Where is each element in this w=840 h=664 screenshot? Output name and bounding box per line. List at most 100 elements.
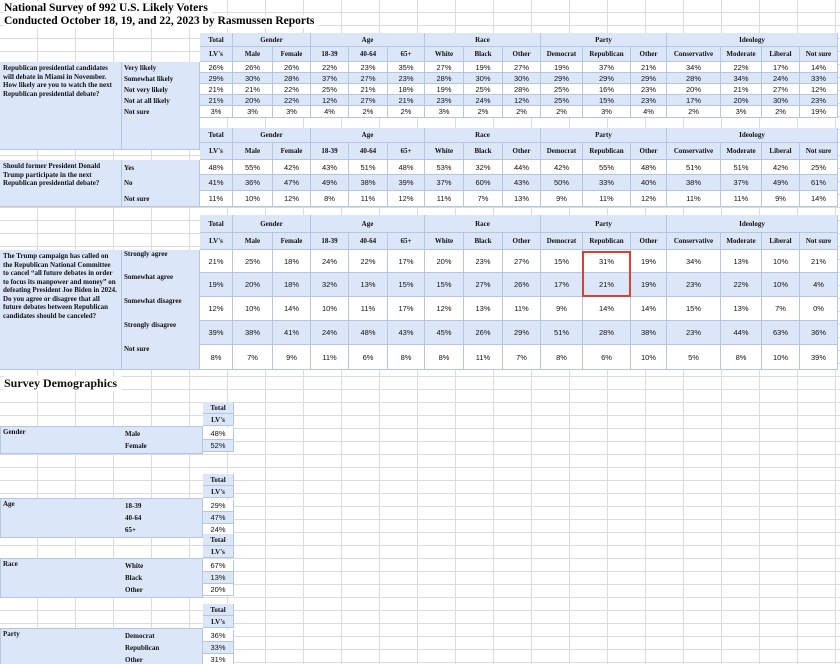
column-header: 65+: [388, 47, 425, 62]
demo-section-box: [0, 426, 203, 454]
data-cell: 3%: [200, 106, 233, 118]
data-cell: 50%: [541, 175, 583, 191]
data-cell: 14%: [631, 297, 667, 321]
column-header: LV's: [200, 233, 233, 250]
data-cell: 19%: [541, 62, 583, 73]
data-cell: 6%: [349, 345, 388, 370]
column-header: Republican: [583, 47, 631, 62]
data-cell: 18%: [273, 273, 311, 297]
data-cell: 13%: [349, 273, 388, 297]
column-header: Republican: [583, 143, 631, 160]
data-cell: 2%: [464, 106, 503, 118]
data-cell: 22%: [349, 250, 388, 273]
column-header: 40-64: [349, 47, 388, 62]
data-cell: 8%: [311, 191, 349, 207]
column-header: Black: [464, 47, 503, 62]
column-header: Conservative: [667, 233, 721, 250]
demo-section-name: Age: [3, 500, 15, 508]
group-header-party: Party: [541, 128, 667, 143]
response-label: Yes: [124, 163, 135, 172]
data-cell: 8%: [541, 345, 583, 370]
data-cell: 44%: [503, 160, 541, 175]
demo-row-label: Male: [125, 430, 141, 438]
demo-row-value: 48%: [203, 428, 234, 440]
data-cell: 25%: [541, 95, 583, 106]
data-cell: 42%: [541, 160, 583, 175]
data-cell: 20%: [233, 95, 273, 106]
data-cell: 51%: [721, 160, 762, 175]
data-cell: 48%: [631, 160, 667, 175]
data-cell: 30%: [503, 73, 541, 84]
data-cell: 51%: [667, 160, 721, 175]
data-cell: 25%: [541, 84, 583, 95]
column-header: Other: [503, 143, 541, 160]
data-cell: 3%: [721, 106, 762, 118]
data-cell: 10%: [762, 345, 800, 370]
demographics-heading: Survey Demographics: [4, 376, 121, 391]
column-header: Liberal: [762, 47, 800, 62]
data-cell: 43%: [388, 321, 425, 345]
data-cell: 27%: [425, 62, 464, 73]
data-cell: 3%: [583, 106, 631, 118]
demo-total-header: Total: [203, 534, 234, 546]
question-text: Should former President Donald Trump par…: [0, 160, 122, 207]
column-header: Other: [631, 143, 667, 160]
data-cell: 6%: [583, 345, 631, 370]
data-cell: 2%: [541, 106, 583, 118]
data-cell: 14%: [273, 297, 311, 321]
data-cell: 32%: [464, 160, 503, 175]
data-cell: 11%: [349, 191, 388, 207]
column-header: Liberal: [762, 233, 800, 250]
response-label: Not sure: [124, 108, 150, 116]
data-cell: 25%: [311, 84, 349, 95]
demo-section-name: Party: [3, 630, 20, 638]
data-cell: 11%: [583, 191, 631, 207]
column-header: 18-39: [311, 143, 349, 160]
data-cell: 34%: [667, 250, 721, 273]
data-cell: 60%: [464, 175, 503, 191]
data-cell: 17%: [388, 297, 425, 321]
data-cell: 49%: [311, 175, 349, 191]
data-cell: 45%: [425, 321, 464, 345]
response-label: Somewhat disagree: [124, 297, 182, 305]
response-label: Not very likely: [124, 85, 168, 94]
response-label: Not sure: [124, 345, 150, 353]
data-cell: 2%: [388, 106, 425, 118]
data-cell: 37%: [721, 175, 762, 191]
data-cell: 8%: [425, 345, 464, 370]
data-cell: 3%: [273, 106, 311, 118]
data-cell: 29%: [583, 73, 631, 84]
column-header: Moderate: [721, 233, 762, 250]
data-cell: 11%: [667, 191, 721, 207]
demo-lv-header: LV's: [203, 546, 234, 558]
column-header: Republican: [583, 233, 631, 250]
group-header-total: Total: [200, 215, 233, 233]
demo-row-label: Republican: [125, 644, 160, 652]
data-cell: 41%: [200, 175, 233, 191]
data-cell: 39%: [800, 345, 838, 370]
demo-row-label: Black: [125, 574, 143, 582]
column-header: Female: [273, 143, 311, 160]
group-header-age: Age: [311, 128, 425, 143]
data-cell: 22%: [721, 62, 762, 73]
data-cell: 22%: [273, 95, 311, 106]
data-cell: 15%: [425, 273, 464, 297]
column-header: Moderate: [721, 143, 762, 160]
group-header-gender: Gender: [233, 33, 311, 47]
data-cell: 22%: [721, 273, 762, 297]
data-cell: 29%: [200, 73, 233, 84]
group-header-race: Race: [425, 215, 541, 233]
column-header: Democrat: [541, 47, 583, 62]
data-cell: 40%: [631, 175, 667, 191]
data-cell: 26%: [273, 62, 311, 73]
data-cell: 13%: [464, 297, 503, 321]
data-cell: 26%: [464, 321, 503, 345]
data-cell: 29%: [631, 73, 667, 84]
group-header-age: Age: [311, 215, 425, 233]
data-cell: 28%: [273, 73, 311, 84]
data-cell: 13%: [721, 297, 762, 321]
data-cell: 12%: [425, 297, 464, 321]
data-cell: 8%: [721, 345, 762, 370]
data-cell: 32%: [311, 273, 349, 297]
data-cell: 9%: [541, 297, 583, 321]
